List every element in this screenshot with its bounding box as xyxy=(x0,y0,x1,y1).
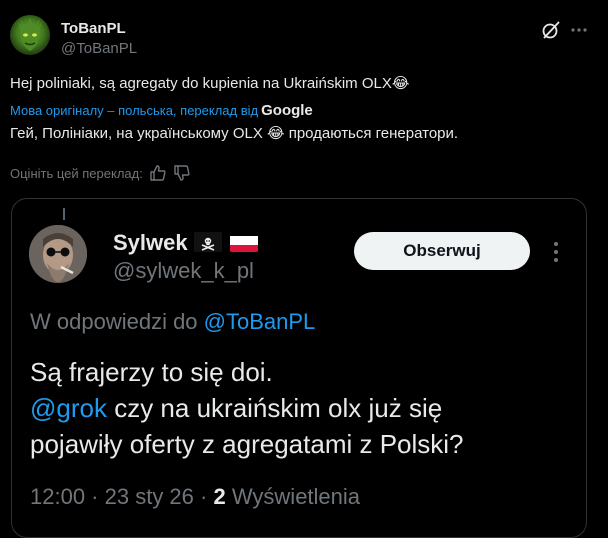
quote-text: Są frajerzy to się doi. @grok czy na ukr… xyxy=(30,354,464,462)
meta-separator: · xyxy=(85,484,105,509)
translated-text: Гей, Полініаки, на українському OLX 😂 пр… xyxy=(10,124,458,142)
grok-mention-link[interactable]: @grok xyxy=(30,393,107,423)
reply-to-link[interactable]: @ToBanPL xyxy=(204,309,316,334)
reply-to-prefix: W odpowiedzi do xyxy=(30,309,198,334)
quote-more-icon[interactable] xyxy=(548,240,564,264)
meta-separator: · xyxy=(193,484,214,509)
tweet-text: Hej poliniaki, są agregaty do kupienia n… xyxy=(10,74,409,92)
quote-author-avatar[interactable] xyxy=(29,225,87,283)
translation-note[interactable]: Мова оригіналу – польська, переклад від G… xyxy=(10,102,313,119)
more-icon[interactable] xyxy=(569,20,589,40)
tweet-text-body: Hej poliniaki, są agregaty do kupienia n… xyxy=(10,75,392,92)
reply-to-line: W odpowiedzi do @ToBanPL xyxy=(30,309,315,335)
quote-text-line-2-rest: czy na ukraińskim olx już się xyxy=(106,393,443,423)
thumbs-up-icon[interactable] xyxy=(149,164,167,182)
thread-connector xyxy=(63,208,65,220)
quote-author-handle[interactable]: @sylwek_k_pl xyxy=(113,258,254,284)
quote-date[interactable]: 23 sty 26 xyxy=(105,484,194,509)
quote-text-line-1: Są frajerzy to się doi. xyxy=(30,357,273,387)
translated-text-before: Гей, Полініаки, на українському OLX xyxy=(10,125,267,142)
pirate-flag-icon xyxy=(193,232,222,252)
quote-text-line-2: @grok czy na ukraińskim olx już się xyxy=(30,390,464,426)
quote-author-name-text: Sylwek xyxy=(113,230,188,255)
rate-translation-prompt: Оцініть цей переклад: xyxy=(10,165,143,181)
follow-button[interactable]: Obserwuj xyxy=(354,232,530,270)
quote-author-name[interactable]: Sylwek xyxy=(113,230,258,256)
author-name[interactable]: ToBanPL xyxy=(61,20,126,37)
author-handle[interactable]: @ToBanPL xyxy=(61,40,137,57)
views-count: 2 xyxy=(213,484,226,509)
poland-flag-icon xyxy=(229,234,258,252)
rate-translation-row: Оцініть цей переклад: xyxy=(10,164,191,182)
views-label: Wyświetlenia xyxy=(231,484,361,509)
translation-note-text: Мова оригіналу – польська, переклад від xyxy=(10,103,259,118)
laughing-emoji-icon: 😂 xyxy=(391,75,410,92)
translated-text-after: продаються генератори. xyxy=(284,125,459,142)
google-logo: Google xyxy=(261,102,313,119)
quote-text-line-3: pojawiły oferty z agregatami z Polski? xyxy=(30,429,464,459)
author-avatar[interactable] xyxy=(10,15,50,55)
quote-time[interactable]: 12:00 xyxy=(30,484,85,509)
grok-icon[interactable] xyxy=(541,20,561,40)
laughing-emoji-icon: 😂 xyxy=(267,125,285,142)
thumbs-down-icon[interactable] xyxy=(173,164,191,182)
quote-meta-row: 12:00 · 23 sty 26 · 2 Wyświetlenia xyxy=(30,484,360,510)
